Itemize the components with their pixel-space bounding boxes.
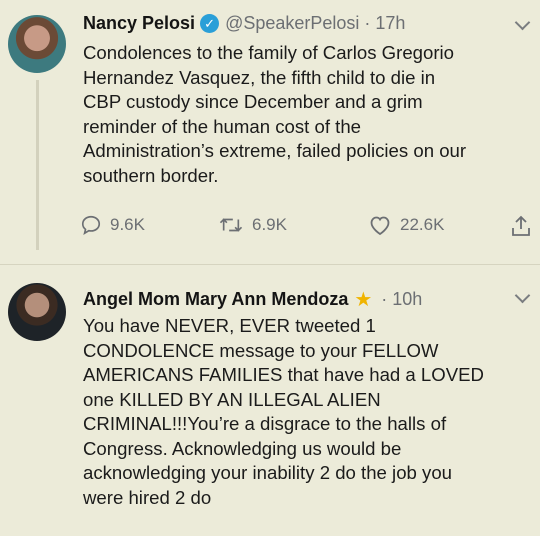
tweet-text: You have NEVER, EVER tweeted 1 CONDOLENC… bbox=[83, 315, 484, 508]
thread-line bbox=[36, 80, 39, 250]
author-name[interactable]: Nancy Pelosi bbox=[83, 13, 195, 34]
reply-count: 9.6K bbox=[110, 215, 145, 234]
reply-icon bbox=[81, 215, 101, 235]
avatar[interactable] bbox=[8, 15, 66, 73]
author-name[interactable]: Angel Mom Mary Ann Mendoza bbox=[83, 289, 348, 310]
tweet-header: Angel Mom Mary Ann Mendoza ★ · 10h bbox=[83, 287, 422, 312]
share-button[interactable] bbox=[510, 214, 540, 238]
share-icon bbox=[512, 215, 530, 236]
author-handle[interactable]: @SpeakerPelosi bbox=[225, 13, 359, 34]
like-icon bbox=[370, 216, 390, 236]
chevron-down-icon[interactable] bbox=[514, 287, 531, 304]
timestamp[interactable]: 17h bbox=[375, 13, 405, 34]
tweet-text: Condolences to the family of Carlos Greg… bbox=[83, 42, 467, 186]
avatar[interactable] bbox=[8, 283, 66, 341]
tweet-reply[interactable]: Angel Mom Mary Ann Mendoza ★ · 10h You h… bbox=[0, 272, 540, 536]
like-count: 22.6K bbox=[400, 215, 445, 234]
reply-button[interactable]: 9.6K bbox=[80, 214, 145, 236]
verified-badge-icon: ✓ bbox=[200, 14, 220, 33]
separator-dot: · bbox=[381, 289, 388, 309]
star-icon: ★ bbox=[354, 289, 373, 311]
separator-dot: · bbox=[364, 13, 371, 33]
chevron-down-icon[interactable] bbox=[514, 14, 531, 31]
tweet-actions: 9.6K 6.9K 22.6K bbox=[80, 214, 530, 244]
like-button[interactable]: 22.6K bbox=[368, 214, 444, 236]
tweet-pelosi[interactable]: Nancy Pelosi ✓ @SpeakerPelosi · 17h Cond… bbox=[0, 0, 540, 262]
tweet-header: Nancy Pelosi ✓ @SpeakerPelosi · 17h bbox=[83, 13, 405, 34]
timestamp[interactable]: 10h bbox=[392, 289, 422, 310]
tweet-divider bbox=[0, 264, 540, 265]
retweet-icon bbox=[219, 218, 243, 232]
retweet-button[interactable]: 6.9K bbox=[218, 214, 287, 236]
retweet-count: 6.9K bbox=[252, 215, 287, 234]
